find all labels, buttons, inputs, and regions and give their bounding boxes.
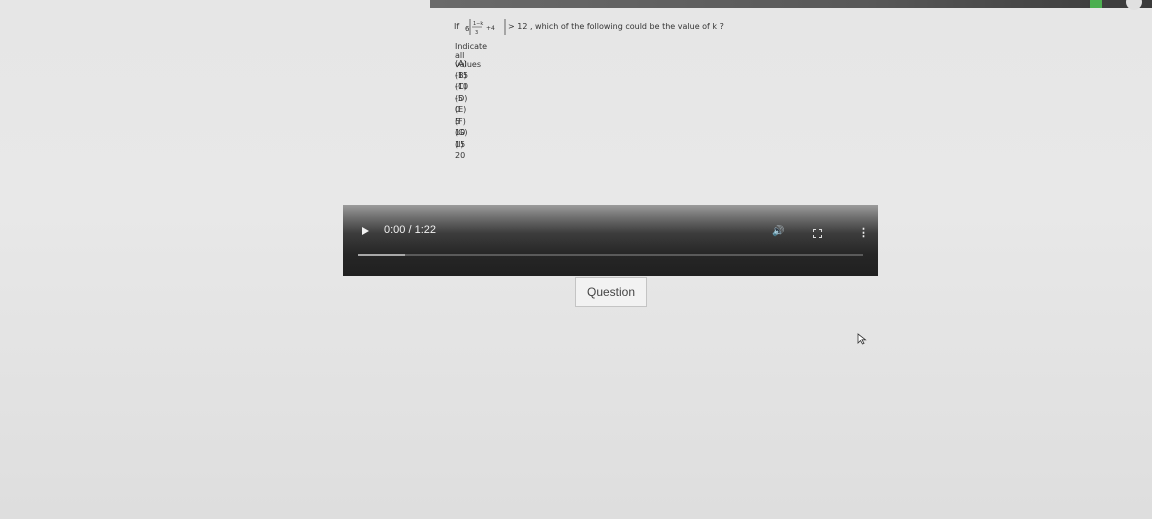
option-c[interactable]: (C) -5 (455, 81, 468, 103)
option-b[interactable]: (B) -10 (455, 70, 468, 92)
question-rest: > 12 , which of the following could be t… (508, 22, 724, 31)
volume-icon[interactable]: 🔊 (772, 226, 784, 237)
math-frac-den: 3 (475, 30, 478, 36)
extension-icon[interactable] (1090, 0, 1102, 8)
math-plus: +4 (486, 25, 495, 32)
top-bar (430, 0, 1152, 10)
option-g[interactable]: (G) 15 (455, 127, 468, 149)
option-f[interactable]: (F) 10 (455, 116, 468, 138)
math-expression: 6 1−k 3 +4 (465, 19, 506, 36)
math-frac-num: 1−k (473, 21, 483, 27)
video-player[interactable]: 0:00 / 1:22 🔊 ⋮ (343, 205, 878, 276)
mouse-cursor-icon (857, 333, 867, 345)
fullscreen-icon[interactable] (813, 229, 822, 238)
option-e[interactable]: (E) 5 (455, 104, 468, 126)
option-i[interactable]: (I) 20 (455, 139, 468, 161)
options-list: (A) -15 (B) -10 (C) -5 (D) 0 (E) 5 (F) 1… (455, 58, 468, 161)
math-coef: 6 (465, 25, 470, 33)
question-button[interactable]: Question (575, 277, 647, 307)
option-a[interactable]: (A) -15 (455, 58, 468, 80)
avatar[interactable] (1126, 0, 1142, 10)
more-options-icon[interactable]: ⋮ (858, 226, 869, 239)
time-display: 0:00 / 1:22 (384, 224, 436, 236)
option-d[interactable]: (D) 0 (455, 93, 468, 115)
buffer-bar (358, 254, 405, 256)
question-if: If (454, 22, 460, 31)
progress-bar[interactable] (358, 254, 863, 256)
play-icon[interactable] (362, 227, 369, 235)
